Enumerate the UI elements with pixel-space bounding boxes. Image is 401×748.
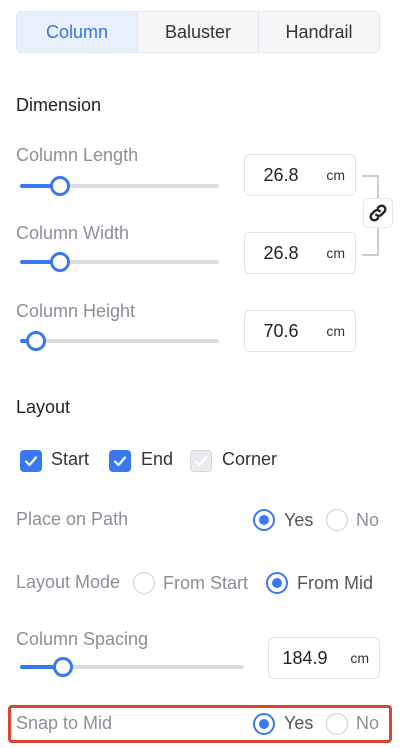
column-length-label: Column Length <box>16 145 139 165</box>
place-on-path-yes-radio[interactable] <box>253 509 275 531</box>
column-height-input[interactable]: 70.6 cm <box>244 310 356 352</box>
column-length-slider[interactable] <box>20 176 219 196</box>
column-length-input[interactable]: 26.8 cm <box>244 154 356 196</box>
place-on-path-yes-label[interactable]: Yes <box>284 510 313 531</box>
layout-mode-from-mid-label[interactable]: From Mid <box>297 573 373 594</box>
column-width-label: Column Width <box>16 223 130 243</box>
column-length-unit: cm <box>326 167 345 183</box>
place-on-path-no-label[interactable]: No <box>356 510 379 531</box>
column-width-input[interactable]: 26.8 cm <box>244 232 356 274</box>
slider-thumb[interactable] <box>52 657 73 677</box>
layout-mode-from-mid-radio[interactable] <box>266 572 288 594</box>
start-checkbox-label[interactable]: Start <box>51 449 89 470</box>
slider-thumb[interactable] <box>25 331 46 351</box>
checkmark-icon <box>24 456 38 467</box>
column-height-label: Column Height <box>16 301 136 321</box>
slider-thumb[interactable] <box>49 176 70 196</box>
snap-to-mid-yes-label[interactable]: Yes <box>284 713 313 734</box>
column-height-slider[interactable] <box>20 331 219 351</box>
corner-checkbox-label[interactable]: Corner <box>222 449 277 470</box>
column-height-unit: cm <box>326 323 345 339</box>
column-length-value[interactable]: 26.8 <box>245 155 317 195</box>
layout-mode-label: Layout Mode <box>16 572 121 592</box>
link-icon <box>369 204 387 222</box>
snap-to-mid-yes-radio[interactable] <box>253 713 275 735</box>
checkmark-icon <box>113 456 127 467</box>
column-spacing-input[interactable]: 184.9 cm <box>268 637 380 679</box>
column-height-value[interactable]: 70.6 <box>245 311 317 351</box>
layout-mode-from-start-radio[interactable] <box>133 572 155 594</box>
slider-track <box>20 339 219 343</box>
column-spacing-unit: cm <box>350 650 369 666</box>
snap-to-mid-no-label[interactable]: No <box>356 713 379 734</box>
snap-to-mid-no-radio[interactable] <box>326 713 348 735</box>
tab-column[interactable]: Column <box>17 12 137 52</box>
place-on-path-label: Place on Path <box>16 509 129 529</box>
layout-mode-from-start-label[interactable]: From Start <box>163 573 248 594</box>
tab-bar: Column Baluster Handrail <box>16 11 380 53</box>
corner-checkbox[interactable] <box>190 450 212 472</box>
column-width-unit: cm <box>326 245 345 261</box>
place-on-path-no-radio[interactable] <box>326 509 348 531</box>
tab-baluster[interactable]: Baluster <box>137 12 258 52</box>
end-checkbox[interactable] <box>109 450 131 472</box>
end-checkbox-label[interactable]: End <box>141 449 173 470</box>
layout-section-title: Layout <box>16 397 71 417</box>
column-width-slider[interactable] <box>20 252 219 272</box>
column-spacing-value[interactable]: 184.9 <box>269 638 341 678</box>
tab-handrail[interactable]: Handrail <box>258 12 379 52</box>
column-width-value[interactable]: 26.8 <box>245 233 317 273</box>
slider-thumb[interactable] <box>49 252 70 272</box>
link-dimensions-button[interactable] <box>363 198 393 228</box>
column-spacing-slider[interactable] <box>20 657 244 677</box>
checkmark-icon <box>194 456 208 467</box>
dimension-section-title: Dimension <box>16 95 102 115</box>
start-checkbox[interactable] <box>20 450 42 472</box>
column-spacing-label: Column Spacing <box>16 629 149 649</box>
snap-to-mid-label: Snap to Mid <box>16 713 113 733</box>
